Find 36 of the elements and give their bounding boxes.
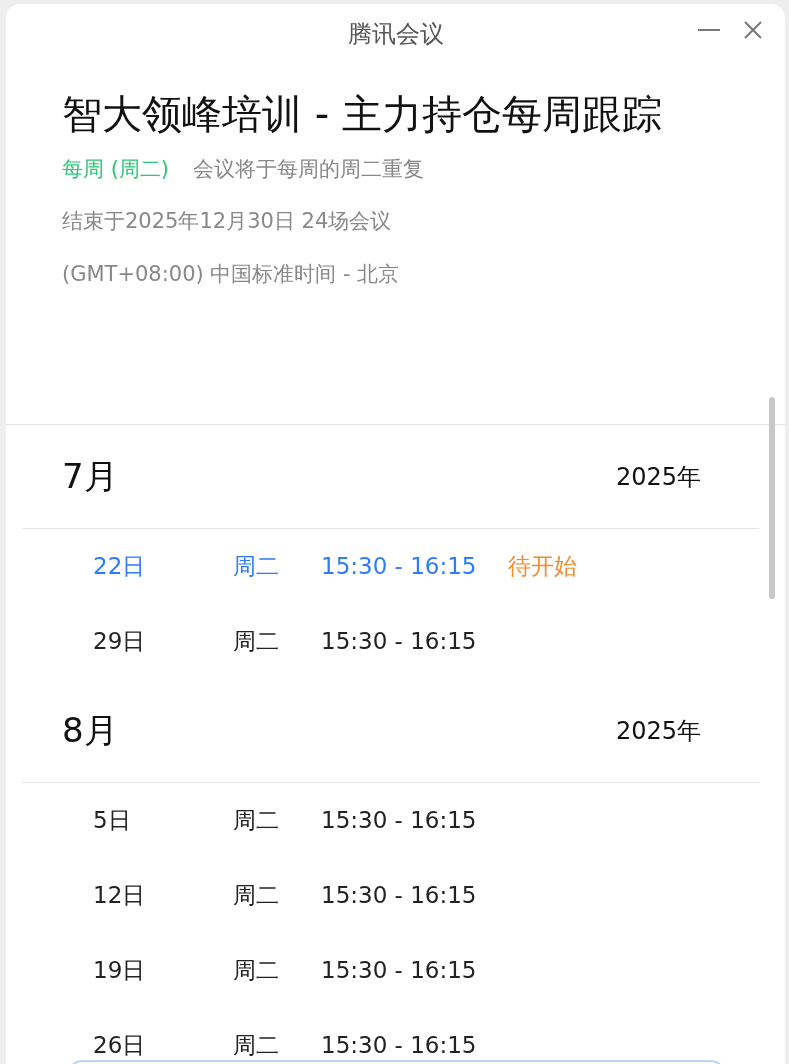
weekday-label: 周二	[233, 628, 279, 655]
end-info: 结束于2025年12月30日 24场会议	[62, 207, 393, 235]
day-label: 12日	[93, 882, 146, 909]
weekday-label: 周二	[233, 882, 279, 909]
occurrence-row[interactable]: 5日 周二 15:30 - 16:15	[6, 783, 785, 858]
day-label: 22日	[93, 553, 146, 580]
occurrence-row[interactable]: 26日 周二 15:30 - 16:15	[6, 1008, 785, 1064]
scrollbar-thumb[interactable]	[769, 397, 775, 599]
weekday-label: 周二	[233, 553, 279, 580]
time-range: 15:30 - 16:15	[321, 1032, 477, 1059]
time-range: 15:30 - 16:15	[321, 553, 477, 580]
recurrence-label: 每周 (周二)	[62, 156, 170, 183]
year-label: 2025年	[615, 715, 702, 747]
weekday-label: 周二	[233, 957, 279, 984]
recurrence-note: 会议将于每周的周二重复	[193, 156, 425, 183]
meeting-title: 智大领峰培训 - 主力持仓每周跟踪	[62, 90, 662, 138]
day-label: 26日	[93, 1032, 146, 1059]
weekday-label: 周二	[233, 807, 279, 834]
occurrence-row[interactable]: 22日 周二 15:30 - 16:15 待开始	[6, 529, 785, 604]
year-label: 2025年	[615, 461, 702, 493]
timezone-label: (GMT+08:00) 中国标准时间 - 北京	[62, 261, 401, 288]
day-label: 29日	[93, 628, 146, 655]
time-range: 15:30 - 16:15	[321, 807, 477, 834]
occurrence-row[interactable]: 29日 周二 15:30 - 16:15	[6, 604, 785, 679]
weekday-label: 周二	[233, 1032, 279, 1059]
occurrence-row[interactable]: 19日 周二 15:30 - 16:15	[6, 933, 785, 1008]
status-label: 待开始	[508, 553, 577, 580]
day-label: 19日	[93, 957, 146, 984]
occurrence-row[interactable]: 12日 周二 15:30 - 16:15	[6, 858, 785, 933]
time-range: 15:30 - 16:15	[321, 628, 477, 655]
time-range: 15:30 - 16:15	[321, 957, 477, 984]
time-range: 15:30 - 16:15	[321, 882, 477, 909]
month-label: 7月	[61, 455, 118, 498]
window-title: 腾讯会议	[347, 19, 444, 50]
day-label: 5日	[93, 807, 131, 834]
month-label: 8月	[61, 709, 118, 752]
